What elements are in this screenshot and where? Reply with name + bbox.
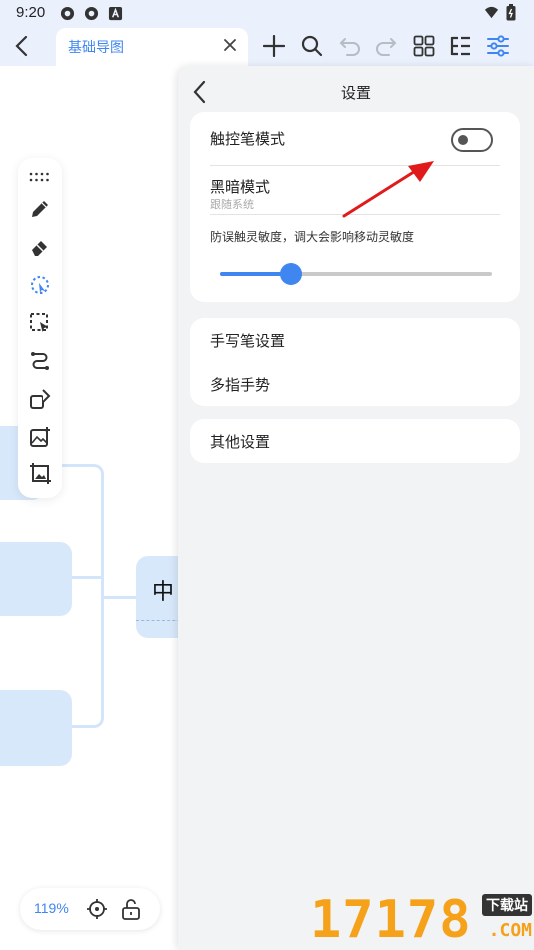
locate-button[interactable]: [86, 898, 108, 920]
settings-card-gestures: 手写笔设置 多指手势: [190, 318, 520, 406]
settings-title: 设置: [340, 84, 371, 102]
lock-toggle-button[interactable]: [120, 898, 142, 920]
undo-icon: [340, 38, 360, 56]
image-crop-icon: [30, 463, 51, 484]
watermark: 17178 下载站 .COM: [308, 888, 534, 950]
settings-sliders-button[interactable]: [484, 32, 512, 60]
mindmap-node[interactable]: [0, 690, 72, 766]
redo-icon: [376, 38, 396, 56]
top-toolbar: 基础导图: [0, 26, 534, 66]
path-icon: [31, 352, 49, 370]
drawing-toolbar: [18, 158, 62, 498]
add-button[interactable]: [260, 32, 288, 60]
path-tool-button[interactable]: [27, 348, 53, 374]
unlock-icon: [122, 899, 140, 920]
search-icon: [301, 35, 323, 57]
close-icon: [224, 39, 236, 51]
multi-touch-label: 多指手势: [210, 376, 271, 394]
crop-image-button[interactable]: [27, 460, 53, 486]
grid-icon: [413, 35, 435, 57]
zoom-controls: 119%: [20, 888, 160, 930]
tab-title: 基础导图: [68, 40, 124, 56]
stylus-mode-toggle[interactable]: [451, 128, 493, 152]
tab-close-button[interactable]: [220, 35, 240, 55]
lasso-icon: [31, 276, 49, 294]
add-image-button[interactable]: [27, 424, 53, 450]
watermark-number: 17178: [310, 890, 472, 950]
branch-connector: [70, 576, 104, 579]
dark-mode-label: 黑暗模式: [210, 178, 271, 196]
handwriting-settings-row[interactable]: 手写笔设置: [190, 318, 520, 362]
center-node-text: 中: [152, 580, 175, 605]
branch-connector: [104, 596, 138, 599]
layout-button[interactable]: [410, 32, 438, 60]
watermark-sub: 下载站: [482, 894, 532, 916]
lasso-tool-button[interactable]: [27, 272, 53, 298]
battery-icon: [506, 4, 516, 21]
gear-icon: [84, 6, 99, 21]
select-icon: [30, 313, 48, 332]
outline-button[interactable]: [446, 32, 474, 60]
undo-button[interactable]: [336, 32, 364, 60]
status-time: 9:20: [16, 4, 46, 21]
image-add-icon: [30, 427, 50, 447]
annotation-arrow-icon: [342, 161, 434, 218]
tab-document[interactable]: 基础导图: [56, 28, 248, 66]
other-settings-row[interactable]: 其他设置: [190, 419, 520, 463]
sliders-icon: [487, 35, 509, 57]
eraser-icon: [32, 241, 47, 256]
plus-icon: [263, 35, 285, 57]
eraser-tool-button[interactable]: [27, 234, 53, 260]
gear-icon: [60, 6, 75, 21]
watermark-domain: .COM: [488, 920, 532, 941]
status-bar: 9:20: [0, 0, 534, 26]
shape-tool-button[interactable]: [27, 386, 53, 412]
back-button[interactable]: [8, 32, 36, 60]
handwriting-label: 手写笔设置: [210, 332, 286, 350]
more-tools-button[interactable]: [27, 164, 53, 190]
select-tool-button[interactable]: [27, 310, 53, 336]
sensitivity-label: 防误触灵敏度，调大会影响移动灵敏度: [210, 230, 415, 244]
mindmap-node[interactable]: [0, 542, 72, 616]
other-settings-label: 其他设置: [210, 433, 271, 451]
multi-touch-row[interactable]: 多指手势: [190, 362, 520, 406]
shapes-icon: [30, 389, 51, 409]
outline-icon: [450, 36, 470, 56]
pen-tool-button[interactable]: [27, 196, 53, 222]
wifi-icon: [484, 6, 499, 19]
stylus-mode-label: 触控笔模式: [210, 130, 286, 148]
sensitivity-slider[interactable]: [220, 263, 492, 285]
more-dots-icon: [29, 172, 49, 182]
locate-icon: [87, 899, 107, 919]
pen-icon: [32, 201, 48, 217]
toggle-knob: [458, 135, 468, 145]
redo-button[interactable]: [372, 32, 400, 60]
search-button[interactable]: [298, 32, 326, 60]
dark-mode-value: 跟随系统: [210, 198, 254, 211]
slider-knob[interactable]: [280, 263, 302, 285]
a-badge-icon: [108, 6, 123, 21]
chevron-left-icon: [15, 35, 28, 57]
zoom-level[interactable]: 119%: [34, 900, 69, 916]
